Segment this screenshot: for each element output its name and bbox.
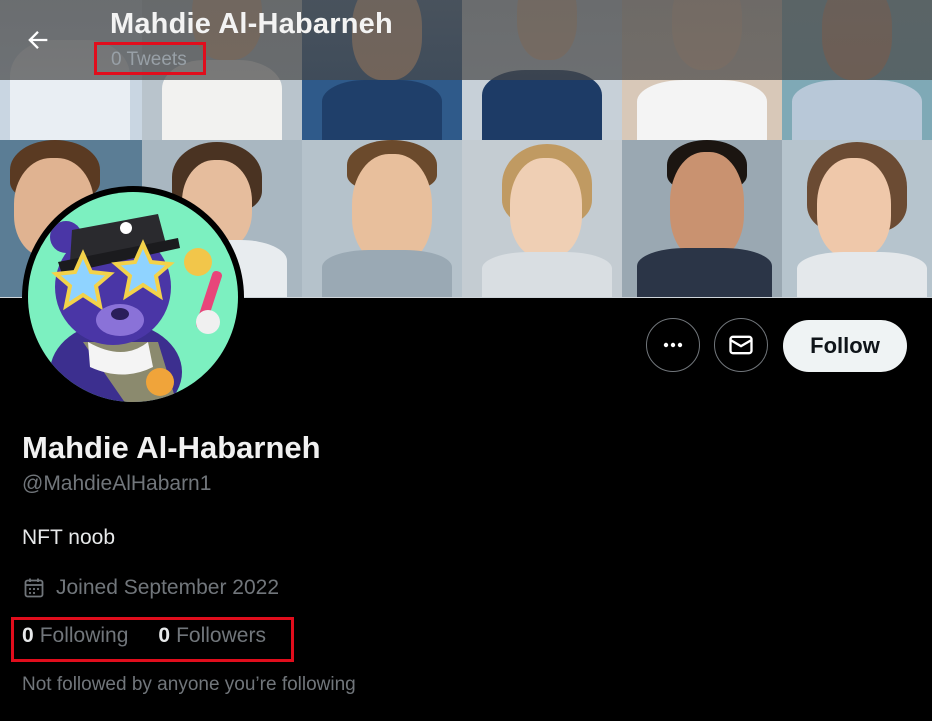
joined-date: Joined September 2022	[22, 576, 279, 600]
profile-bio: NFT noob	[22, 526, 115, 549]
calendar-icon	[24, 578, 44, 598]
avatar-image	[28, 192, 238, 402]
message-button[interactable]	[714, 318, 768, 372]
envelope-icon	[729, 335, 753, 355]
more-dots-icon	[663, 342, 683, 348]
profile-handle: @MahdieAlHabarn1	[22, 472, 212, 495]
tweet-count-highlight-box	[94, 42, 206, 75]
follow-stats-highlight-box	[11, 617, 294, 662]
more-options-button[interactable]	[646, 318, 700, 372]
back-button[interactable]	[18, 20, 58, 60]
header-title: Mahdie Al-Habarneh	[110, 8, 393, 40]
profile-display-name: Mahdie Al-Habarneh	[22, 430, 321, 465]
joined-date-text: Joined September 2022	[56, 576, 279, 599]
back-arrow-icon	[28, 31, 48, 49]
top-bar: Mahdie Al-Habarneh 0 Tweets	[0, 0, 932, 80]
not-followed-notice: Not followed by anyone you’re following	[22, 674, 356, 695]
avatar[interactable]	[22, 186, 244, 408]
follow-button[interactable]: Follow	[783, 320, 907, 372]
